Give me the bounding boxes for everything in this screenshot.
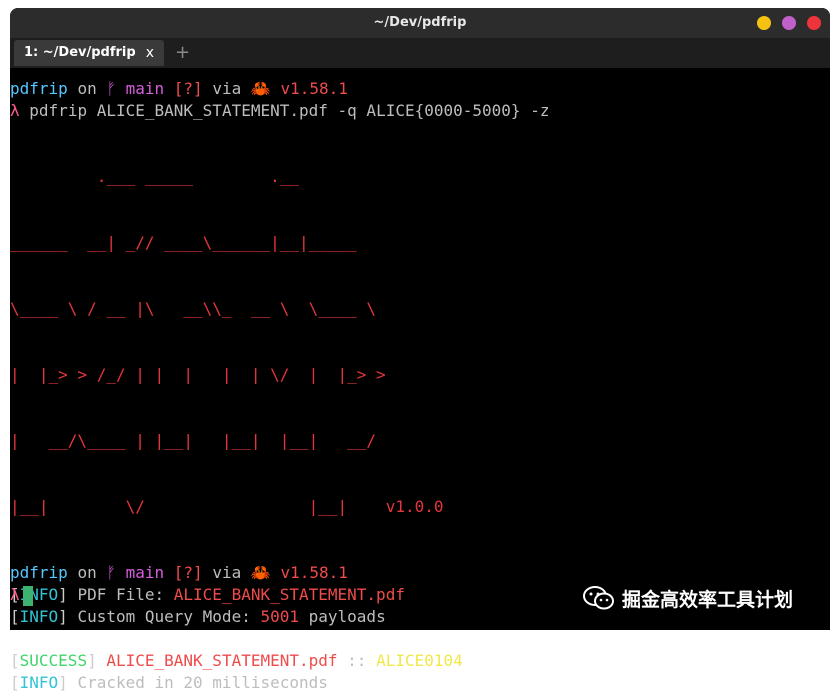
prompt-dir: pdfrip xyxy=(10,79,68,98)
log-suffix: payloads xyxy=(299,607,386,626)
maximize-button[interactable] xyxy=(782,16,796,30)
banner-line: ______ __| _// ____\______|__|_____ xyxy=(10,233,357,252)
command-text: pdfrip ALICE_BANK_STATEMENT.pdf -q ALICE… xyxy=(29,101,550,120)
prompt-line: pdfrip on ᚠ main [?] via 🦀 v1.58.1 xyxy=(10,78,840,100)
banner-line: |__| \/ |__| xyxy=(10,497,348,516)
bottom-prompt[interactable]: pdfrip on ᚠ main [?] via 🦀 v1.58.1 λ xyxy=(10,562,348,606)
log-tag: INFO xyxy=(19,607,59,626)
tab-close-icon[interactable]: x xyxy=(146,40,154,66)
text-cursor[interactable] xyxy=(22,585,33,606)
tab-label: 1: ~/Dev/pdfrip xyxy=(24,45,136,60)
title-bar[interactable]: ~/Dev/pdfrip xyxy=(10,8,830,38)
log-text: Cracked in 20 milliseconds xyxy=(77,673,328,692)
prompt-version: v1.58.1 xyxy=(280,79,348,98)
log-tag: INFO xyxy=(19,673,59,692)
prompt-branch: main xyxy=(125,79,165,98)
banner-line: | |_> > /_/ | | | | | \/ | |_> > xyxy=(10,365,386,384)
log-text: Custom Query Mode: xyxy=(77,607,261,626)
prompt-via: via xyxy=(212,79,242,98)
prompt-on: on xyxy=(77,79,97,98)
prompt-symbol: λ xyxy=(10,101,20,120)
prompt-line: pdfrip on ᚠ main [?] via 🦀 v1.58.1 xyxy=(10,562,348,584)
watermark-text: 掘金高效率工具计划 xyxy=(622,588,794,611)
prompt-dir: pdfrip xyxy=(10,563,68,582)
prompt-version: v1.58.1 xyxy=(280,563,348,582)
git-branch-icon: ᚠ xyxy=(106,563,116,582)
log-result: ALICE0104 xyxy=(376,651,463,670)
prompt-on: on xyxy=(77,563,97,582)
log-file: ALICE_BANK_STATEMENT.pdf xyxy=(106,651,338,670)
log-sep: :: xyxy=(337,651,377,670)
prompt-status: [?] xyxy=(173,79,203,98)
banner-line: | __/\____ | |__| |__| |__| __/ xyxy=(10,431,377,450)
tab-pdfrip[interactable]: 1: ~/Dev/pdfrip x xyxy=(14,40,164,66)
ascii-banner: .___ _____ .__ ______ __| _// ____\_____… xyxy=(10,122,840,562)
prompt-branch: main xyxy=(125,563,165,582)
minimize-button[interactable] xyxy=(757,16,771,30)
banner-line: .___ _____ .__ xyxy=(10,167,299,186)
banner-line: \____ \ / __ |\ __\\_ __ \ \____ \ xyxy=(10,299,377,318)
log-line-success: [SUCCESS] ALICE_BANK_STATEMENT.pdf :: AL… xyxy=(10,651,463,670)
log-value: 5001 xyxy=(260,607,299,626)
tab-bar: 1: ~/Dev/pdfrip x + xyxy=(10,38,830,68)
new-tab-button[interactable]: + xyxy=(175,40,190,66)
git-branch-icon: ᚠ xyxy=(106,79,116,98)
banner-version: v1.0.0 xyxy=(385,497,444,516)
prompt-symbol: λ xyxy=(10,585,20,604)
input-line[interactable]: λ xyxy=(10,584,348,606)
window-title: ~/Dev/pdfrip xyxy=(373,15,467,30)
close-button[interactable] xyxy=(807,16,821,30)
watermark: 掘金高效率工具计划 xyxy=(582,584,793,612)
rust-crab-icon: 🦀 xyxy=(250,563,271,582)
rust-crab-icon: 🦀 xyxy=(250,79,271,98)
prompt-status: [?] xyxy=(173,563,203,582)
banner-last-line: |__| \/ |__| v1.0.0 xyxy=(10,496,840,518)
command-line: λ pdfrip ALICE_BANK_STATEMENT.pdf -q ALI… xyxy=(10,100,840,122)
log-line: [INFO] Cracked in 20 milliseconds xyxy=(10,673,328,692)
wechat-icon xyxy=(583,586,614,610)
log-tag: SUCCESS xyxy=(19,651,88,670)
prompt-via: via xyxy=(212,563,242,582)
